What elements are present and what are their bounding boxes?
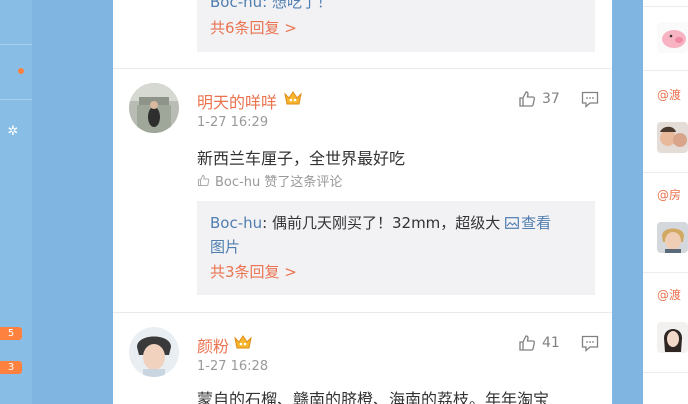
comment-time: 1-27 16:28 xyxy=(197,359,269,374)
comment-reply-icon[interactable] xyxy=(581,91,599,112)
nav-divider xyxy=(0,99,32,100)
pig-emoji-thumb[interactable] xyxy=(657,22,688,53)
reply-preview-text: Boc-hu: 想吃了！ xyxy=(210,0,332,11)
sidebar-user-label[interactable]: @渡 xyxy=(657,86,681,103)
view-image-link-cont[interactable]: 图片 xyxy=(210,236,240,259)
comment-reply-icon[interactable] xyxy=(581,335,599,356)
liked-by-note: Boc-hu 赞了这条评论 xyxy=(197,171,342,190)
sidebar-divider xyxy=(643,272,688,273)
vip-crown-icon xyxy=(284,90,302,106)
image-icon xyxy=(505,217,519,229)
like-count: 41 xyxy=(542,335,560,351)
sidebar-thumb[interactable] xyxy=(657,122,688,153)
thumbs-up-icon xyxy=(519,335,535,351)
reply-username[interactable]: Boc-hu xyxy=(210,214,262,232)
right-sidebar: @渡 @房 @渡 xyxy=(643,0,688,404)
comment-divider xyxy=(113,68,612,69)
avatar[interactable] xyxy=(129,83,179,133)
reply-preview-text: Boc-hu: 偶前几天刚买了！32mm，超级大 查看 xyxy=(210,214,552,232)
sidebar-divider xyxy=(643,70,688,71)
reply-preview-box: Boc-hu: 偶前几天刚买了！32mm，超级大 查看 图片 共3条回复 > xyxy=(197,201,595,295)
comment-text: 蒙自的石榴、赣南的脐橙、海南的荔枝。年年淘宝 xyxy=(197,390,550,404)
view-more-replies-link[interactable]: 共3条回复 > xyxy=(210,261,297,284)
sidebar-divider xyxy=(643,6,688,7)
comment-time: 1-27 16:29 xyxy=(197,115,269,130)
sidebar-thumb[interactable] xyxy=(657,222,688,253)
sidebar-divider xyxy=(643,372,688,373)
view-image-link[interactable]: 查看 xyxy=(505,214,551,232)
comment-text: 新西兰车厘子，全世界最好吃 xyxy=(197,149,406,168)
sidebar-user-label[interactable]: @渡 xyxy=(657,286,681,303)
avatar[interactable] xyxy=(129,327,179,377)
like-button[interactable]: 41 xyxy=(518,334,560,352)
count-badge[interactable]: 3 xyxy=(0,361,22,374)
thumbs-up-icon xyxy=(197,174,210,187)
nav-divider xyxy=(0,44,32,45)
left-nav-strip: ✲ 5 3 xyxy=(0,0,32,404)
gear-icon[interactable]: ✲ xyxy=(6,125,20,139)
view-more-replies-link[interactable]: 共6条回复 > xyxy=(210,17,297,40)
vip-crown-icon xyxy=(234,334,252,350)
thumbs-up-icon xyxy=(519,91,535,107)
comment-divider xyxy=(113,312,612,313)
comment-username[interactable]: 明天的咩咩 xyxy=(197,89,277,113)
sidebar-divider xyxy=(643,172,688,173)
sidebar-user-label[interactable]: @房 xyxy=(657,186,681,203)
comment-username[interactable]: 颜粉 xyxy=(197,333,229,357)
count-badge[interactable]: 5 xyxy=(0,327,22,340)
comments-panel: Boc-hu: 想吃了！ 共6条回复 > 明天的咩咩 1-27 16:29 37 xyxy=(113,0,612,404)
reply-preview-box: Boc-hu: 想吃了！ 共6条回复 > xyxy=(197,0,595,52)
like-button[interactable]: 37 xyxy=(518,90,560,108)
notification-dot xyxy=(18,68,24,74)
sidebar-thumb[interactable] xyxy=(657,322,688,353)
like-count: 37 xyxy=(542,91,560,107)
